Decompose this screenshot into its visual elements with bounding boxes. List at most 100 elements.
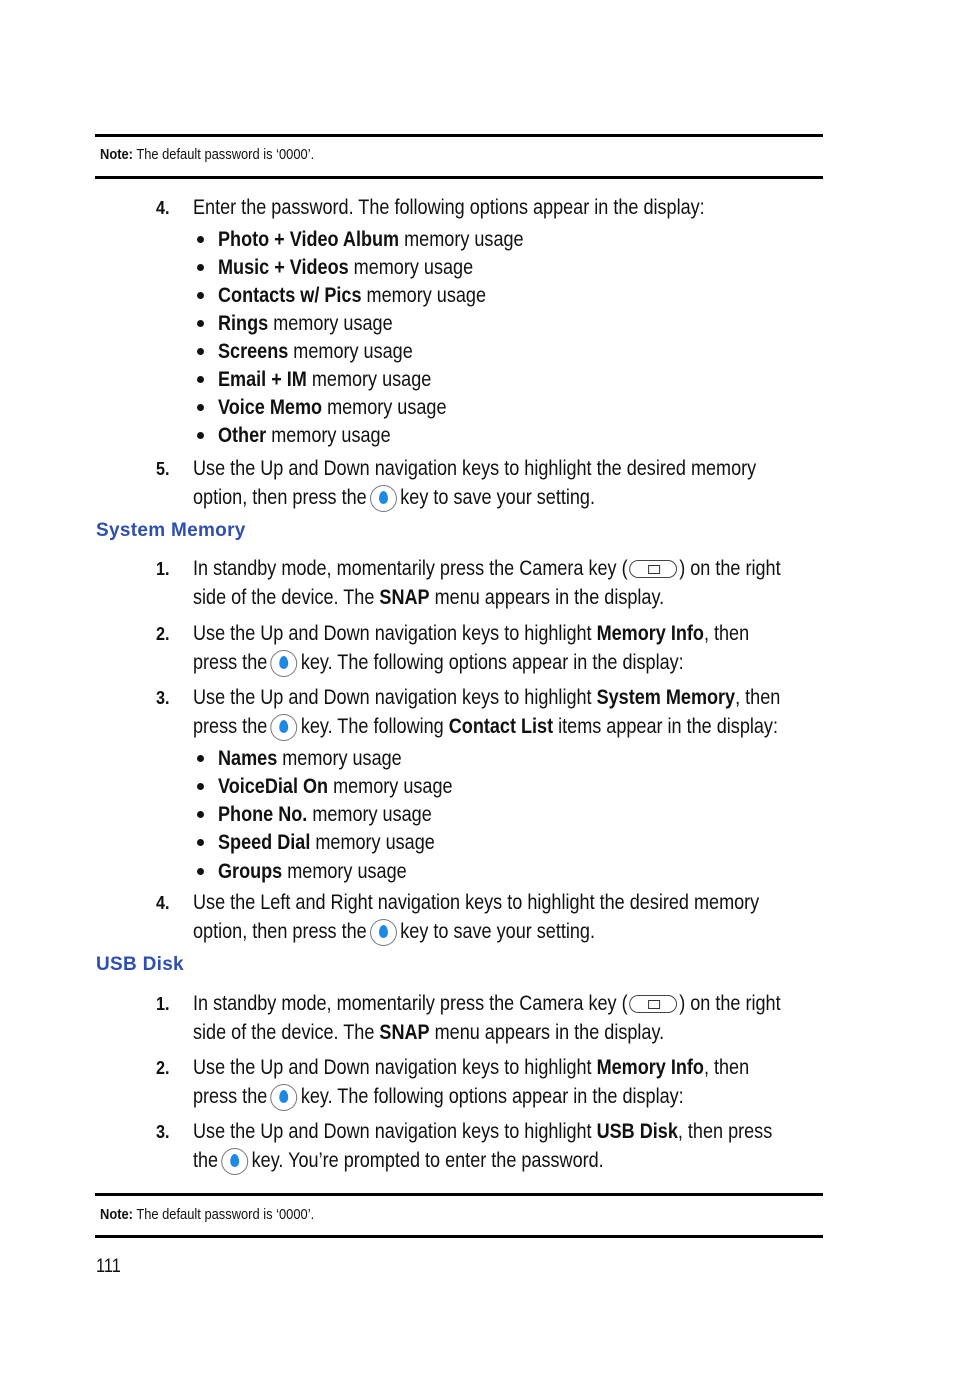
step-text-line2: side of the device. The SNAP menu appear… [193,584,664,612]
text: ) on the right [679,992,781,1015]
step-text-line2: the key. You’re prompted to enter the pas… [193,1147,604,1175]
text: the [193,1149,219,1172]
text: key. The following [300,715,449,738]
camera-key-icon [629,560,678,579]
ok-key-icon [370,484,397,512]
text: press the [193,1085,268,1108]
step-number: 2. [156,1058,170,1078]
list-item: Other memory usage [218,422,391,450]
step-number: 4. [156,198,170,218]
note-bottom-rule-lower [95,1235,823,1238]
list-item: Rings memory usage [218,310,393,338]
list-item: Contacts w/ Pics memory usage [218,282,486,310]
note-text: The default password is ‘0000’. [132,1206,315,1223]
list-item: Email + IM memory usage [218,366,431,394]
step-number: 3. [156,1122,170,1142]
text: In standby mode, momentarily press the C… [193,992,628,1015]
step-text-line1: Use the Left and Right navigation keys t… [193,891,760,914]
step-text-line2: option, then press the key to save your s… [193,918,595,946]
item-bold: Music + Videos [218,256,349,279]
text: option, then press the [193,920,367,943]
bullet-dot [197,376,204,383]
text: , then [735,686,781,709]
text: key to save your setting. [400,920,595,943]
bold-text: USB Disk [596,1120,678,1143]
item-rest: memory usage [282,860,407,883]
text: , then press [677,1120,773,1143]
item-bold: Names [218,747,278,770]
item-bold: VoiceDial On [218,775,329,798]
section-heading-system-memory: System Memory [96,520,246,541]
item-bold: Other [218,424,267,447]
note-text: The default password is ‘0000’. [132,146,315,163]
note-top-rule-upper [95,134,823,137]
ok-key-icon [270,713,298,741]
ok-key-icon [370,918,397,946]
item-bold: Voice Memo [218,396,323,419]
list-item: Music + Videos memory usage [218,254,473,282]
bullet-dot [197,348,204,355]
bullet-dot [197,264,204,271]
list-item: Phone No. memory usage [218,801,432,829]
item-bold: Speed Dial [218,831,311,854]
text: , then [703,1056,750,1079]
ok-key-icon [270,1083,298,1111]
step-number: 1. [156,994,170,1014]
list-item: Screens memory usage [218,338,413,366]
text: key. You’re prompted to enter the passwo… [251,1149,604,1172]
text: key to save your setting. [400,486,595,509]
page-number: 111 [96,1256,121,1277]
bullet-dot [197,292,204,299]
step-text-line2: side of the device. The SNAP menu appear… [193,1019,664,1047]
text: press the [193,715,268,738]
bold-text: Memory Info [596,622,704,645]
bold-text: System Memory [596,686,736,709]
step-text-line2: press the key. The following options appe… [193,649,684,677]
list-item: VoiceDial On memory usage [218,773,453,801]
step-number: 4. [156,893,170,913]
step-text-line1: Use the Up and Down navigation keys to h… [193,457,757,480]
note-top-rule-lower [95,176,823,179]
text: Use the Up and Down navigation keys to h… [193,1120,597,1143]
item-bold: Contacts w/ Pics [218,284,362,307]
text: Use the Up and Down navigation keys to h… [193,1056,597,1079]
item-bold: Photo + Video Album [218,228,400,251]
item-rest: memory usage [306,368,432,391]
text: side of the device. The [193,1021,380,1044]
text: Use the Up and Down navigation keys to h… [193,622,597,645]
item-rest: memory usage [348,256,474,279]
step-text-line1: Use the Up and Down navigation keys to h… [193,684,780,712]
note-bottom: Note: The default password is ‘0000’. [100,1206,314,1223]
bold-text: Memory Info [596,1056,704,1079]
bullet-dot [197,868,204,875]
list-item: Photo + Video Album memory usage [218,226,524,254]
bold-text: SNAP [379,586,430,609]
item-rest: memory usage [310,831,435,854]
text: key. The following options appear in the… [300,651,684,674]
text: side of the device. The [193,586,380,609]
item-rest: memory usage [288,340,413,363]
bullet-dot [197,432,204,439]
bullet-dot [197,320,204,327]
text: , then [703,622,750,645]
step-number: 1. [156,559,170,579]
bullet-dot [197,783,204,790]
note-label: Note: [100,146,133,163]
text: items appear in the display: [553,715,778,738]
step-text-line1: In standby mode, momentarily press the C… [193,555,781,583]
text: ) on the right [679,557,781,580]
item-rest: memory usage [268,312,393,335]
item-rest: memory usage [399,228,524,251]
step-text-line2: press the key. The following Contact List… [193,713,778,741]
ok-key-icon [221,1147,249,1175]
step-text-line1: Use the Up and Down navigation keys to h… [193,1054,749,1082]
note-label: Note: [100,1206,133,1223]
item-bold: Phone No. [218,803,308,826]
item-bold: Email + IM [218,368,307,391]
item-bold: Screens [218,340,289,363]
camera-key-icon [629,995,678,1014]
text: option, then press the [193,486,367,509]
bullet-dot [197,755,204,762]
list-item: Groups memory usage [218,858,407,886]
bold-text: Contact List [448,715,554,738]
